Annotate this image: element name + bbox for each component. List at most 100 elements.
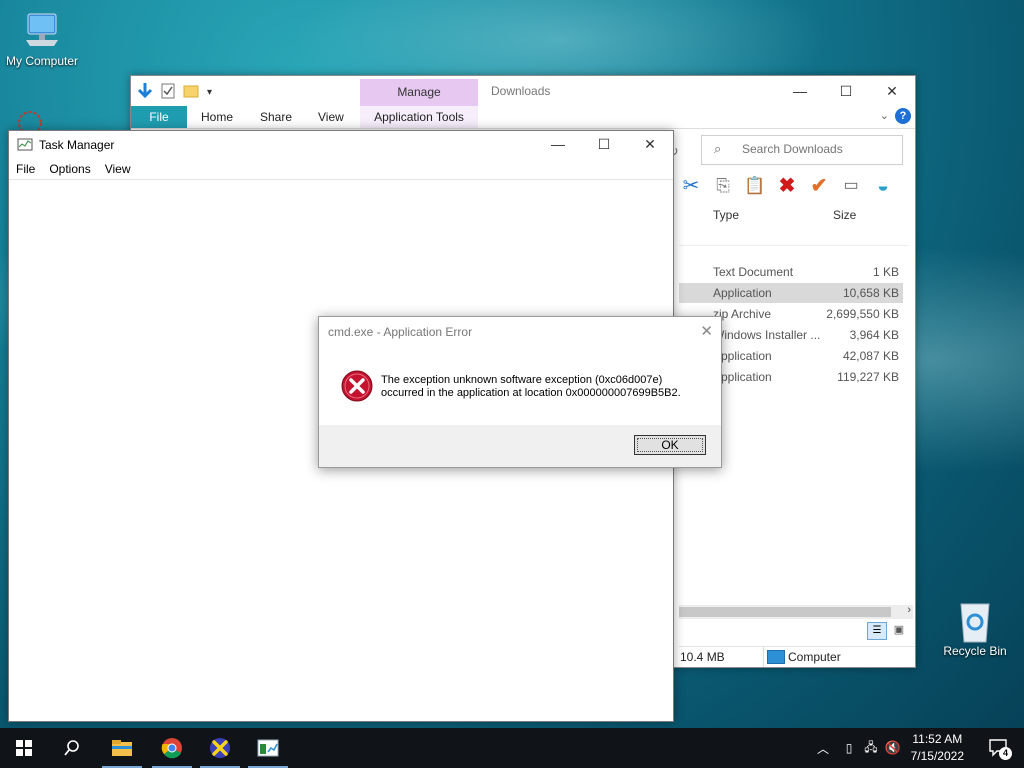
help-icon[interactable]: ?	[895, 108, 911, 124]
menu-view[interactable]: View	[105, 162, 131, 176]
tablet-icon[interactable]: ▯	[838, 741, 860, 755]
copy-icon[interactable]: ⎘	[711, 174, 735, 198]
explorer-titlebar[interactable]: ▾ Manage Downloads — ☐ ✕	[131, 76, 915, 106]
status-location: Computer	[788, 650, 841, 664]
large-icons-view-icon[interactable]: ▣	[890, 622, 908, 638]
desktop-icon-recycle-bin[interactable]: Recycle Bin	[933, 600, 1017, 658]
scroll-right-icon[interactable]: ›	[907, 604, 911, 616]
column-header-type[interactable]: Type	[713, 208, 739, 222]
close-icon[interactable]: ✕	[627, 129, 673, 159]
recycle-bin-icon	[955, 600, 995, 643]
dialog-footer: OK	[319, 425, 721, 467]
chevron-up-icon[interactable]: ︿	[814, 740, 832, 757]
cross-app-icon[interactable]	[196, 728, 244, 768]
paste-icon[interactable]: 📋	[743, 174, 767, 198]
dialog-message-line1: The exception unknown software exception…	[381, 374, 663, 386]
column-header-size[interactable]: Size	[833, 208, 856, 222]
file-size: 1 KB	[872, 265, 899, 279]
window-controls: — ☐ ✕	[777, 76, 915, 106]
volume-muted-icon[interactable]: 🔇	[882, 740, 904, 756]
cut-icon[interactable]: ✂	[679, 174, 703, 198]
status-divider	[763, 647, 764, 667]
download-arrow-icon[interactable]	[137, 82, 153, 103]
chrome-icon[interactable]	[148, 728, 196, 768]
explorer-toolbar: ✂ ⎘ 📋 ✖ ✔ ▭ ◒	[679, 174, 895, 198]
clock-time: 11:52 AM	[912, 732, 963, 746]
file-type: Windows Installer ...	[713, 328, 821, 342]
task-manager-icon	[17, 138, 33, 155]
clock-date: 7/15/2022	[910, 749, 964, 763]
file-explorer-icon[interactable]	[98, 728, 146, 768]
computer-icon	[22, 10, 62, 50]
dialog-message: The exception unknown software exception…	[381, 374, 711, 400]
file-type: Application	[713, 286, 772, 300]
file-type: Text Document	[713, 265, 794, 279]
menu-divider	[9, 179, 673, 180]
desktop-icon-label: Recycle Bin	[943, 644, 1007, 658]
taskbar: ︿ ▯ 🖧 🔇 11:52 AM 7/15/2022 4	[0, 728, 1024, 768]
properties-card-icon[interactable]: ▭	[839, 174, 863, 198]
dialog-message-line2: occurred in the application at location …	[381, 387, 681, 399]
task-manager-title: Task Manager	[39, 138, 115, 152]
file-size: 10,658 KB	[842, 286, 899, 300]
file-size: 2,699,550 KB	[826, 307, 899, 321]
customize-qat-icon[interactable]: ▾	[207, 87, 212, 98]
file-size: 3,964 KB	[849, 328, 899, 342]
file-size: 119,227 KB	[837, 370, 899, 384]
desktop-icon-label: My Computer	[5, 54, 79, 68]
scrollbar-thumb[interactable]	[679, 607, 891, 617]
ribbon-collapse-icon[interactable]: ⌄	[880, 109, 889, 122]
close-icon[interactable]: ✕	[700, 322, 713, 340]
manage-contextual-tab[interactable]: Manage	[360, 79, 478, 106]
start-icon[interactable]	[0, 728, 48, 768]
computer-small-icon	[767, 650, 785, 664]
network-icon[interactable]: 🖧	[860, 738, 882, 759]
minimize-icon[interactable]: —	[777, 76, 823, 106]
tab-view[interactable]: View	[318, 106, 344, 128]
delete-icon[interactable]: ✖	[775, 174, 799, 198]
task-manager-icon[interactable]	[244, 728, 292, 768]
rename-check-icon[interactable]: ✔	[807, 174, 831, 198]
dialog-title: cmd.exe - Application Error	[328, 325, 473, 339]
tab-home[interactable]: Home	[201, 106, 233, 128]
quick-access-toolbar: ▾	[137, 82, 212, 103]
desktop-icon-my-computer[interactable]: My Computer	[0, 10, 84, 68]
search-icon[interactable]	[48, 728, 96, 768]
ribbon-tabs: File Home Share View Application Tools ⌄…	[131, 106, 915, 129]
file-size: 42,087 KB	[842, 349, 899, 363]
error-icon	[341, 370, 373, 405]
task-manager-titlebar[interactable]: Task Manager — ☐ ✕	[9, 131, 673, 159]
view-switcher: ☰ ▣	[867, 622, 908, 640]
search-icon: ⌕	[714, 141, 722, 156]
tab-share[interactable]: Share	[260, 106, 292, 128]
maximize-icon[interactable]: ☐	[581, 129, 627, 159]
error-dialog: cmd.exe - Application Error ✕ The except…	[318, 316, 722, 468]
clock[interactable]: 11:52 AM 7/15/2022	[911, 731, 964, 765]
action-center-icon[interactable]: 4	[988, 737, 1012, 760]
new-folder-icon[interactable]	[183, 84, 199, 101]
ok-button[interactable]: OK	[634, 435, 706, 455]
search-input[interactable]	[740, 141, 894, 157]
search-box[interactable]: ⌕	[701, 135, 903, 165]
minimize-icon[interactable]: —	[535, 129, 581, 159]
window-controls: — ☐ ✕	[535, 129, 673, 159]
header-divider	[679, 245, 909, 246]
file-row[interactable]: Text Document 1 KB	[679, 262, 903, 282]
notification-badge: 4	[999, 747, 1012, 760]
tab-application-tools[interactable]: Application Tools	[360, 106, 478, 128]
close-icon[interactable]: ✕	[869, 76, 915, 106]
file-row[interactable]: Application 10,658 KB	[679, 283, 903, 303]
menu-options[interactable]: Options	[49, 162, 90, 176]
shell-icon[interactable]: ◒	[871, 174, 895, 198]
window-title: Downloads	[491, 84, 551, 98]
maximize-icon[interactable]: ☐	[823, 76, 869, 106]
properties-icon[interactable]	[161, 83, 175, 102]
system-tray: ︿ ▯ 🖧 🔇	[814, 728, 904, 768]
details-view-icon[interactable]: ☰	[867, 622, 887, 640]
horizontal-scrollbar[interactable]: ›	[679, 604, 913, 619]
tab-file[interactable]: File	[131, 106, 187, 128]
status-size: 10.4 MB	[680, 650, 725, 664]
menu-file[interactable]: File	[16, 162, 35, 176]
task-manager-menubar: File Options View	[16, 162, 131, 176]
status-bar: 10.4 MB Computer	[679, 646, 915, 667]
